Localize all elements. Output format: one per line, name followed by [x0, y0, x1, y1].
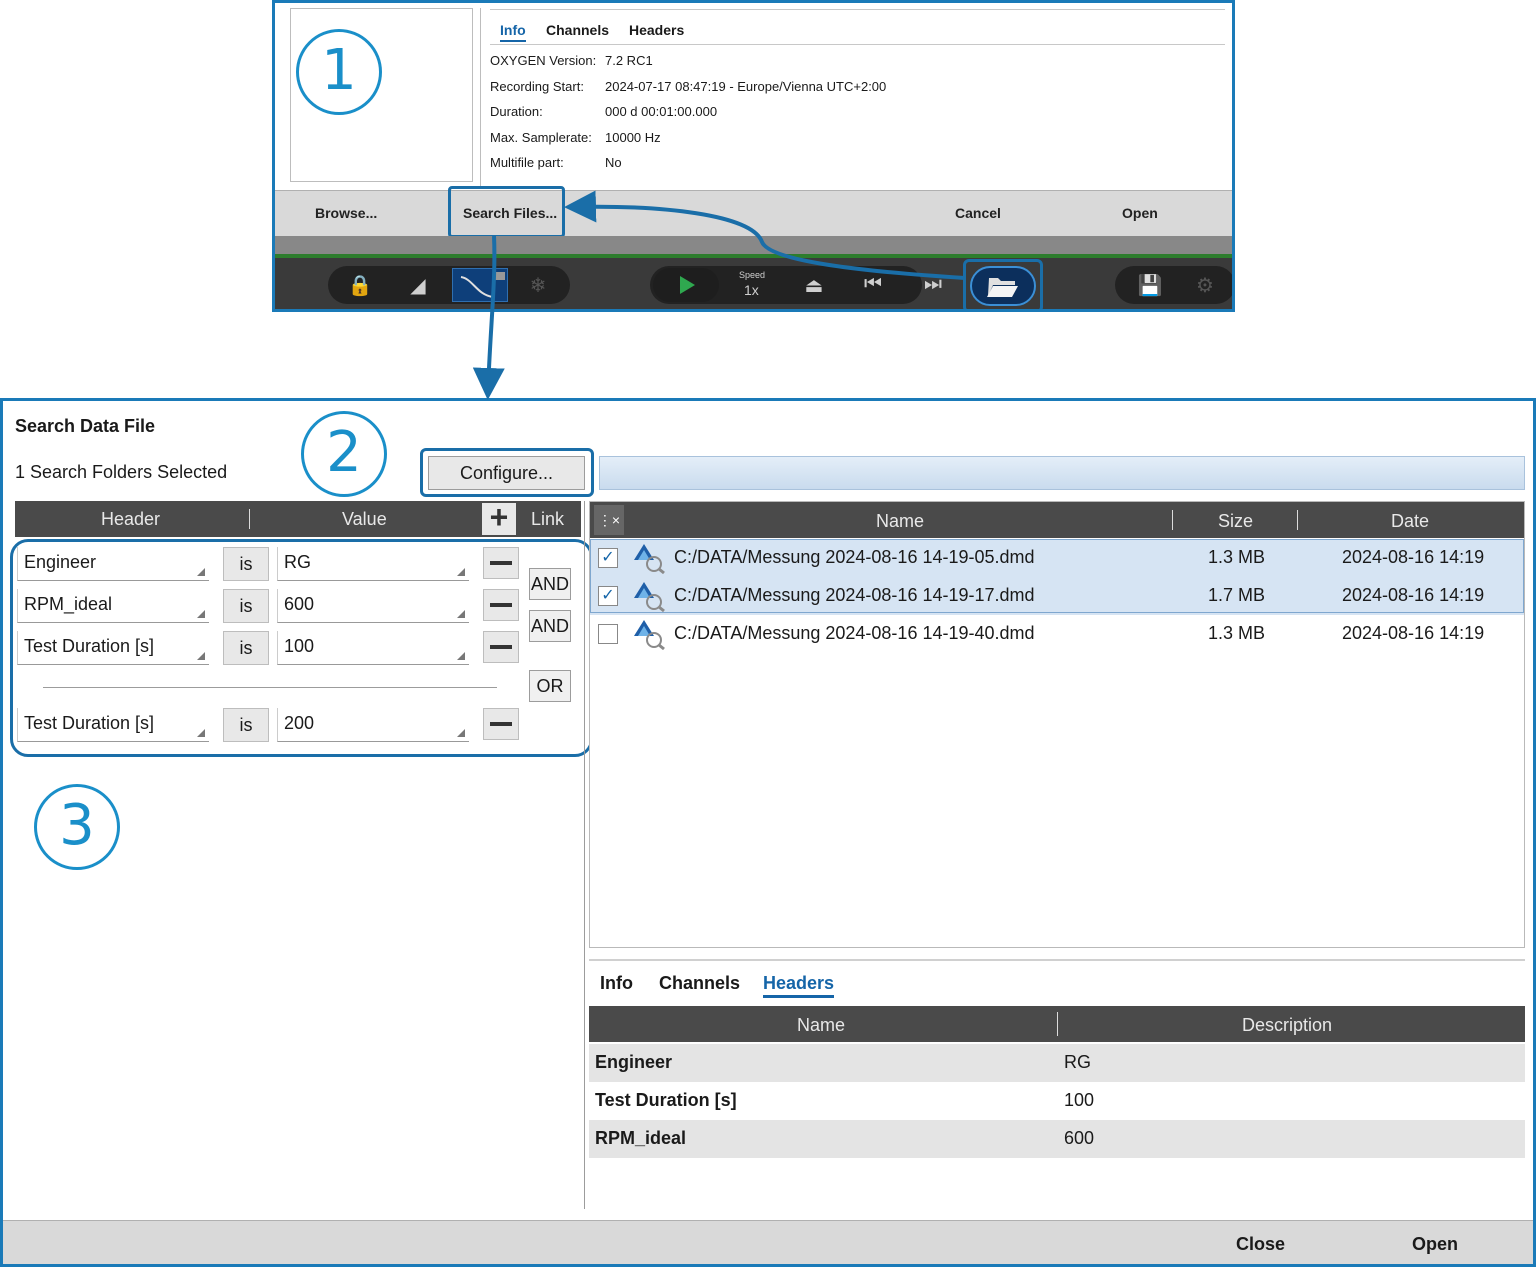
- table-row: Test Duration [s] 100: [589, 1082, 1525, 1120]
- header-name: Engineer: [595, 1052, 673, 1072]
- info-key: Recording Start:: [490, 79, 584, 94]
- browse-button[interactable]: Browse...: [315, 205, 377, 221]
- skip-end-icon[interactable]: ⏭: [918, 273, 948, 296]
- header-description: 100: [1064, 1090, 1095, 1110]
- search-data-file-dialog: Search Data File 1 Search Folders Select…: [0, 398, 1536, 1267]
- file-table-header: ⋮× Name Size Date: [590, 502, 1524, 538]
- settings-icon[interactable]: ⚙: [1190, 273, 1220, 298]
- open-button[interactable]: Open: [1412, 1234, 1458, 1255]
- file-size: 1.3 MB: [1208, 623, 1266, 643]
- callout-2: 2: [301, 411, 387, 497]
- column-separator: [1172, 510, 1173, 530]
- file-size: 1.7 MB: [1208, 585, 1266, 605]
- info-value: No: [605, 155, 622, 170]
- file-size: 1.3 MB: [1208, 547, 1266, 567]
- column-header-link: Link: [531, 509, 565, 529]
- status-strip: [275, 236, 1232, 258]
- column-header-name: Name: [797, 1015, 846, 1035]
- file-results-table: ⋮× Name Size Date ✓ C:/DATA/Messung 2024…: [589, 501, 1525, 948]
- header-name: RPM_ideal: [595, 1128, 687, 1148]
- file-date: 2024-08-16 14:19: [1342, 547, 1485, 567]
- column-separator: [1297, 510, 1298, 530]
- play-icon: [680, 276, 695, 294]
- search-progress-bar: [599, 456, 1525, 490]
- save-icon[interactable]: 💾: [1135, 273, 1165, 298]
- table-row[interactable]: ✓ C:/DATA/Messung 2024-08-16 14-19-17.dm…: [590, 577, 1524, 615]
- lock-icon[interactable]: 🔒: [345, 273, 375, 298]
- tab-info[interactable]: Info: [600, 973, 633, 994]
- column-header-description: Description: [1242, 1015, 1333, 1035]
- table-row: RPM_ideal 600: [589, 1120, 1525, 1158]
- tab-info[interactable]: Info: [500, 22, 526, 42]
- search-files-highlight: [448, 186, 565, 238]
- file-name: C:/DATA/Messung 2024-08-16 14-19-40.dmd: [674, 623, 1035, 643]
- column-header-value: Value: [342, 509, 387, 529]
- divider: [480, 8, 481, 188]
- panel-splitter[interactable]: [584, 501, 585, 1209]
- header-name: Test Duration [s]: [595, 1090, 737, 1110]
- info-value: 000 d 00:01:00.000: [605, 104, 718, 119]
- skip-start-icon[interactable]: ⏮: [858, 273, 888, 296]
- snowflake-icon[interactable]: ❄: [523, 273, 553, 298]
- add-filter-button[interactable]: +: [482, 501, 516, 535]
- speed-label: Speed: [739, 270, 766, 280]
- info-key: OXYGEN Version:: [490, 53, 597, 68]
- column-header-date[interactable]: Date: [1391, 511, 1429, 532]
- dmd-file-icon: [634, 544, 665, 574]
- table-row[interactable]: C:/DATA/Messung 2024-08-16 14-19-40.dmd …: [590, 615, 1524, 653]
- file-date: 2024-08-16 14:19: [1342, 585, 1485, 605]
- filter-table-header: Header Value + Link: [15, 501, 581, 537]
- header-description: RG: [1064, 1052, 1091, 1072]
- dialog-button-bar: Close Open: [3, 1220, 1533, 1264]
- open-button[interactable]: Open: [1122, 205, 1158, 221]
- tab-channels[interactable]: Channels: [659, 973, 740, 994]
- info-key: Max. Samplerate:: [490, 130, 592, 145]
- column-header-size[interactable]: Size: [1218, 511, 1253, 532]
- bottom-toolbar: 🔒 ◢ ❄ Speed 1x ⏏ ⏮ ⏭ 💾 ⚙: [275, 258, 1232, 309]
- table-row[interactable]: ✓ C:/DATA/Messung 2024-08-16 14-19-05.dm…: [590, 539, 1524, 577]
- header-description: 600: [1064, 1128, 1095, 1148]
- dmd-file-icon: [634, 582, 665, 612]
- play-button[interactable]: [653, 268, 719, 302]
- file-name: C:/DATA/Messung 2024-08-16 14-19-05.dmd: [674, 547, 1035, 567]
- divider: [589, 959, 1525, 961]
- row-checkbox[interactable]: [598, 624, 618, 644]
- callout-3: 3: [34, 784, 120, 870]
- clear-selection-icon[interactable]: ⋮×: [594, 505, 624, 535]
- configure-highlight: [420, 448, 594, 497]
- info-key: Duration:: [490, 104, 543, 119]
- filters-highlight: [10, 539, 593, 757]
- info-tab-bar: Info Channels Headers: [490, 9, 1225, 45]
- eject-icon[interactable]: ⏏: [799, 273, 829, 298]
- column-header-header: Header: [101, 509, 161, 529]
- file-date: 2024-08-16 14:19: [1342, 623, 1485, 643]
- row-checkbox[interactable]: ✓: [598, 586, 618, 606]
- open-folder-highlight: [963, 259, 1043, 309]
- column-separator: [249, 509, 250, 529]
- dialog-title: Search Data File: [15, 416, 156, 436]
- headers-table-header: Name Description: [589, 1006, 1525, 1042]
- column-separator: [1057, 1012, 1058, 1036]
- tab-channels[interactable]: Channels: [546, 22, 609, 38]
- curve-cursor-icon[interactable]: [452, 268, 508, 302]
- dmd-file-icon: [634, 620, 665, 650]
- table-row: Engineer RG: [589, 1044, 1525, 1082]
- info-key: Multifile part:: [490, 155, 564, 170]
- file-open-dialog: Info Channels Headers OXYGEN Version: 7.…: [272, 0, 1235, 312]
- tab-headers[interactable]: Headers: [629, 22, 684, 38]
- column-header-name[interactable]: Name: [876, 511, 924, 532]
- row-checkbox[interactable]: ✓: [598, 548, 618, 568]
- tab-headers[interactable]: Headers: [763, 973, 835, 998]
- close-button[interactable]: Close: [1236, 1234, 1285, 1255]
- ruler-icon[interactable]: ◢: [403, 273, 433, 298]
- cancel-button[interactable]: Cancel: [955, 205, 1001, 221]
- dialog-button-bar: Browse... Search Files... Cancel Open: [275, 190, 1232, 236]
- speed-value[interactable]: 1x: [744, 282, 759, 298]
- info-value: 10000 Hz: [605, 130, 661, 145]
- info-value: 7.2 RC1: [605, 53, 653, 68]
- info-value: 2024-07-17 08:47:19 - Europe/Vienna UTC+…: [605, 79, 887, 94]
- file-name: C:/DATA/Messung 2024-08-16 14-19-17.dmd: [674, 585, 1035, 605]
- folders-selected-label: 1 Search Folders Selected: [15, 462, 228, 482]
- callout-1: 1: [296, 29, 382, 115]
